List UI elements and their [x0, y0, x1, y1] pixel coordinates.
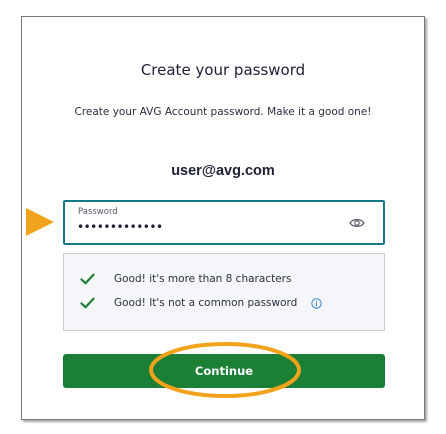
password-input[interactable]: •••••••••••••: [77, 220, 163, 234]
check-icon: [80, 297, 95, 309]
check-icon: [80, 273, 95, 285]
create-password-dialog: Create your password Create your AVG Acc…: [21, 16, 425, 420]
password-requirements: Good! it's more than 8 characters Good! …: [63, 253, 385, 331]
password-field[interactable]: Password •••••••••••••: [63, 200, 385, 245]
dialog-subtitle: Create your AVG Account password. Make i…: [74, 106, 372, 118]
requirement-common-text: Good! It's not a common password: [114, 297, 298, 309]
eye-icon[interactable]: [349, 217, 365, 229]
requirement-common: Good! It's not a common password: [80, 295, 323, 311]
dialog-title: Create your password: [140, 61, 306, 79]
account-email: user@avg.com: [171, 163, 275, 179]
requirement-length: Good! it's more than 8 characters: [80, 271, 291, 287]
password-label: Password: [78, 207, 118, 217]
requirement-length-text: Good! it's more than 8 characters: [114, 273, 292, 285]
info-icon[interactable]: [311, 297, 323, 309]
continue-button[interactable]: Continue: [63, 354, 385, 388]
